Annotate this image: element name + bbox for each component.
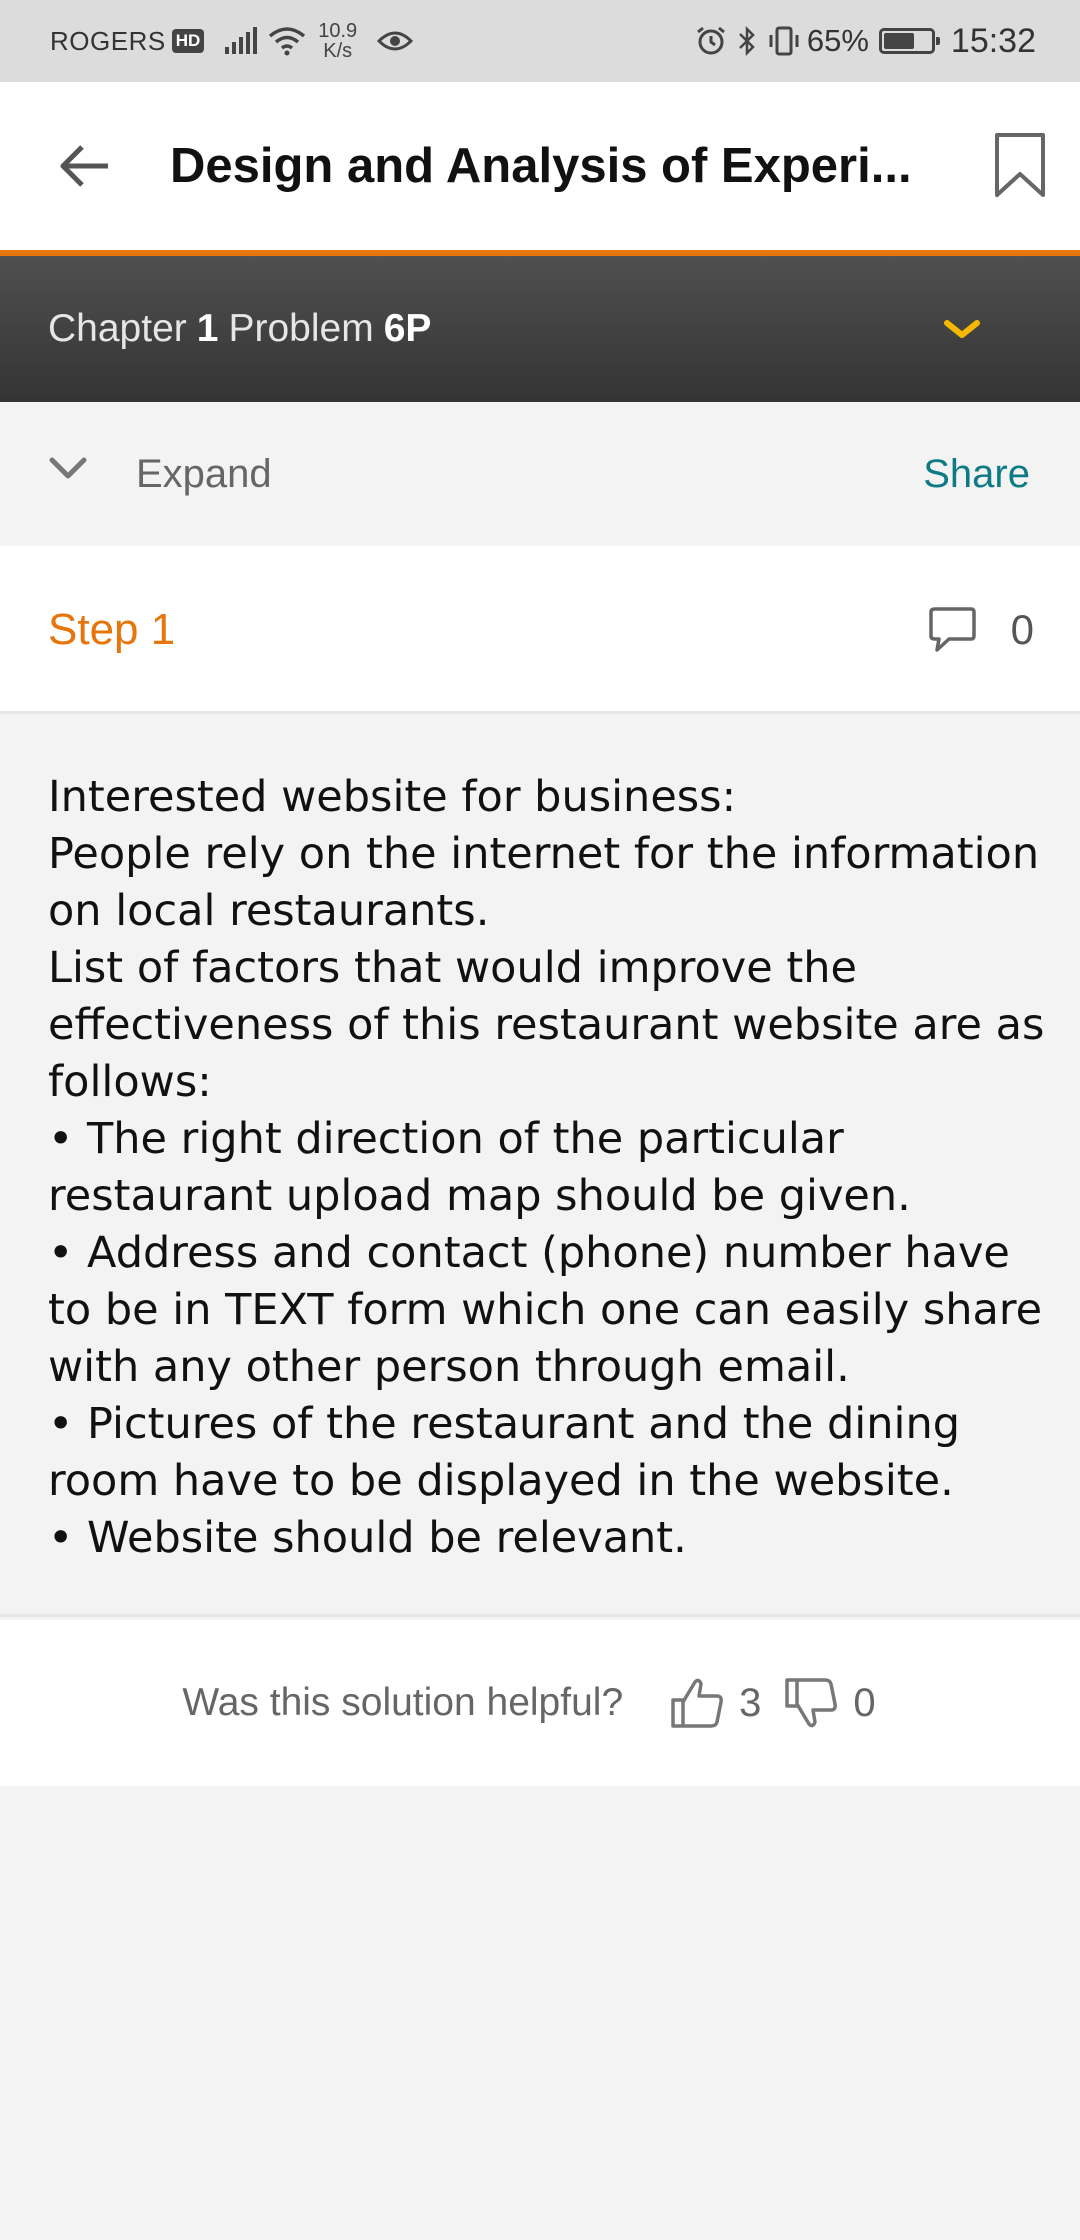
chapter-problem-label: Chapter 1 Problem 6P [48, 256, 441, 402]
share-button[interactable]: Share [923, 402, 1030, 546]
battery-icon [878, 28, 940, 54]
solution-line: • Website should be relevant. [48, 1513, 687, 1563]
solution-line: • The right direction of the particular … [48, 1114, 911, 1221]
helpful-question: Was this solution helpful? [182, 1681, 624, 1724]
feedback-bar: Was this solution helpful? 3 0 [0, 1620, 1080, 1786]
bookmark-icon [995, 133, 1045, 197]
battery-level [883, 33, 914, 49]
eye-icon [377, 29, 414, 53]
solution-line: People rely on the internet for the info… [48, 829, 1040, 936]
step-header: Step 1 0 [0, 546, 1080, 714]
comment-count: 0 [1010, 606, 1034, 653]
expand-button[interactable]: Expand [136, 402, 272, 546]
wifi-icon [268, 26, 306, 56]
vibrate-icon [767, 25, 801, 57]
comments-button[interactable]: 0 [927, 602, 1034, 658]
problem-label: Problem [228, 307, 374, 350]
arrow-left-icon [60, 145, 108, 187]
thumbs-up-button[interactable]: 3 [669, 1676, 783, 1730]
net-speed: 10.9 K/s [318, 21, 357, 61]
chapter-label: Chapter [48, 307, 187, 350]
downvote-count: 0 [853, 1680, 876, 1725]
solution-content: Interested website for business: People … [0, 717, 1080, 1617]
solution-line: List of factors that would improve the e… [48, 943, 1045, 1107]
thumbs-up-icon [671, 1678, 724, 1728]
clock: 15:32 [950, 21, 1036, 60]
solution-line: • Pictures of the restaurant and the din… [48, 1399, 960, 1506]
net-speed-unit: K/s [323, 40, 353, 62]
chevron-down-icon [944, 320, 980, 338]
app-bar: Design and Analysis of Experi... [0, 82, 1080, 250]
hd-badge: HD [171, 29, 205, 53]
signal-icon [224, 27, 258, 55]
chapter-selector[interactable]: Chapter 1 Problem 6P [0, 256, 1080, 402]
carrier-name: ROGERS [50, 25, 166, 56]
status-bar: ROGERS HD 10.9 K/s 65% 15:32 [0, 0, 1080, 82]
solution-text: Interested website for business: People … [48, 769, 1048, 1567]
bookmark-button[interactable] [992, 132, 1052, 202]
solution-toolbar: Expand Share [0, 402, 1080, 546]
comment-icon [928, 607, 976, 652]
net-speed-value: 10.9 [318, 20, 358, 42]
solution-line: • Address and contact (phone) number hav… [48, 1228, 1043, 1392]
step-label: Step 1 [48, 605, 176, 654]
page-title: Design and Analysis of Experi... [170, 139, 912, 193]
expand-chevron-icon[interactable] [48, 456, 88, 492]
alarm-icon [695, 25, 727, 57]
upvote-count: 3 [739, 1680, 762, 1725]
solution-line: Interested website for business: [48, 772, 737, 822]
thumbs-down-icon [785, 1678, 838, 1728]
bluetooth-icon [737, 25, 757, 57]
chapter-dropdown-button[interactable] [940, 310, 984, 350]
back-button[interactable] [52, 134, 116, 198]
thumbs-down-button[interactable]: 0 [783, 1676, 897, 1730]
chapter-number: 1 [196, 307, 219, 350]
problem-number: 6P [383, 307, 432, 350]
battery-percent: 65% [806, 23, 869, 58]
